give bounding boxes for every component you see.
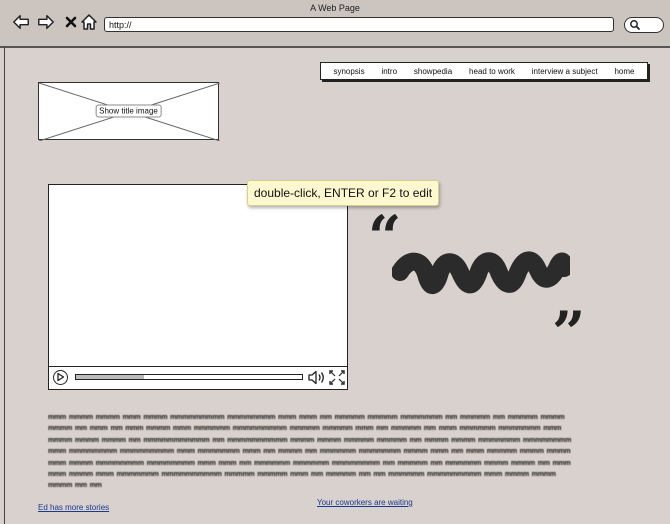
title-image-placeholder: Show title image — [38, 82, 220, 141]
video-player[interactable] — [48, 184, 348, 390]
more-stories-link[interactable]: Ed has more stories — [38, 503, 109, 512]
video-controls — [49, 366, 347, 389]
video-progress-fill — [76, 375, 144, 379]
close-icon[interactable] — [62, 13, 80, 31]
search-box[interactable] — [624, 17, 664, 33]
volume-icon[interactable] — [307, 369, 327, 386]
fullscreen-icon[interactable] — [328, 369, 346, 386]
nav-item-synopsis[interactable]: synopsis — [333, 67, 364, 76]
edit-tooltip: double-click, ENTER or F2 to edit — [247, 180, 440, 206]
coworkers-link[interactable]: Your coworkers are waiting — [317, 498, 413, 507]
forward-arrow-icon[interactable] — [37, 13, 55, 31]
search-icon — [630, 20, 640, 30]
nav-item-interview-a-subject[interactable]: interview a subject — [532, 67, 598, 76]
title-image-label: Show title image — [95, 104, 162, 118]
placeholder-paragraph: mmm mmmm mmmm mmm mmmm mmmmmmmmm mmmmmmm… — [48, 414, 572, 490]
video-progress-bar[interactable] — [75, 374, 303, 380]
window-title: A Web Page — [310, 3, 360, 13]
nav-item-head-to-work[interactable]: head to work — [469, 67, 515, 76]
nav-item-showpedia[interactable]: showpedia — [414, 67, 452, 76]
home-icon[interactable] — [80, 13, 98, 31]
nav-item-home[interactable]: home — [614, 67, 634, 76]
back-arrow-icon[interactable] — [12, 13, 30, 31]
site-nav: synopsis intro showpedia head to work in… — [320, 62, 648, 80]
browser-chrome: A Web Page http:// — [0, 0, 670, 48]
address-bar[interactable]: http:// — [104, 17, 614, 32]
scribble-text-placeholder — [392, 251, 570, 294]
nav-item-intro[interactable]: intro — [381, 67, 397, 76]
play-icon[interactable] — [53, 370, 68, 385]
close-quote-icon: ” — [552, 299, 586, 367]
